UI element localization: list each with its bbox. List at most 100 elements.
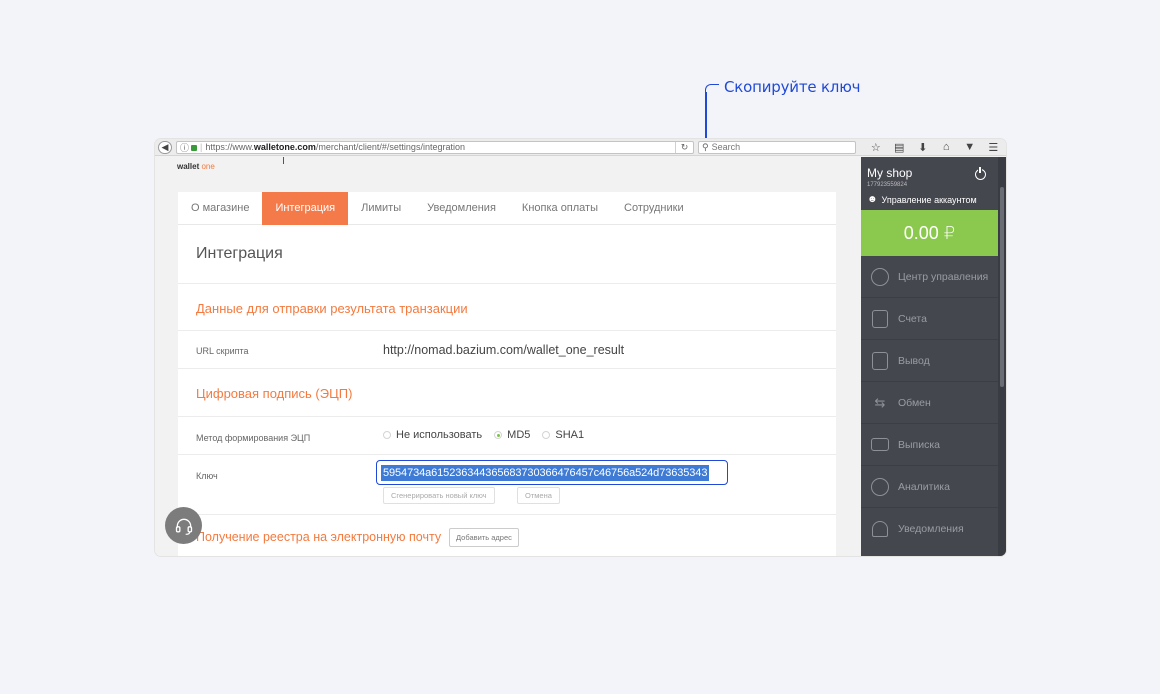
back-button[interactable]: ◀ [158, 140, 172, 154]
sidebar-item-dashboard[interactable]: Центр управления [861, 256, 998, 298]
add-address-button[interactable]: Добавить адрес [449, 528, 519, 547]
tab-pay-button[interactable]: Кнопка оплаты [509, 192, 611, 225]
url-domain: walletone.com [253, 142, 316, 152]
exchange-icon: ⇆ [874, 394, 886, 410]
key-field[interactable]: 5954734a6152363443656837303664764​57c467… [376, 460, 728, 485]
radio-dot[interactable] [494, 431, 503, 439]
sidebar-item-label: Счета [898, 312, 927, 325]
star-icon[interactable]: ☆ [864, 141, 888, 154]
signature-section-title: Цифровая подпись (ЭЦП) [196, 386, 353, 401]
sidebar-scrollbar[interactable] [998, 157, 1006, 556]
search-placeholder: Search [711, 142, 741, 152]
key-label: Ключ [196, 471, 218, 481]
sidebar-item-invoices[interactable]: Счета [861, 298, 998, 340]
page-title: Интеграция [196, 245, 283, 262]
divider [283, 157, 284, 164]
invoice-icon [870, 309, 890, 328]
page-content: wallet one О магазине Интеграция Лимиты … [155, 157, 1006, 556]
power-icon[interactable] [975, 167, 986, 180]
radio-none-label: Не использовать [396, 429, 483, 441]
shop-id: 177923559824 [867, 182, 908, 188]
download-icon[interactable]: ⬇ [911, 141, 935, 154]
pocket-icon[interactable]: ▼ [958, 141, 982, 154]
logo-wallet: wallet [177, 162, 200, 171]
tab-notifications[interactable]: Уведомления [414, 192, 509, 225]
statement-icon [870, 436, 890, 454]
settings-card: О магазине Интеграция Лимиты Уведомления… [178, 191, 836, 556]
transaction-section-title: Данные для отправки результата транзакци… [196, 301, 468, 316]
sidebar-main: My shop 177923559824 ☻ Управление аккаун… [861, 157, 998, 556]
signature-section: Цифровая подпись (ЭЦП) [178, 369, 836, 417]
url-path: /merchant/client/#/settings/integration [315, 142, 465, 152]
bell-icon [870, 520, 890, 538]
callout-label: Скопируйте ключ [724, 78, 861, 96]
tab-about-shop[interactable]: О магазине [178, 192, 262, 225]
sidebar-item-label: Обмен [898, 396, 931, 409]
tab-employees[interactable]: Сотрудники [611, 192, 697, 225]
reload-icon[interactable]: ↻ [675, 141, 693, 153]
address-bar[interactable]: ⓘ | https://www. walletone.com/merchant/c… [176, 140, 694, 154]
sidebar-item-label: Выписка [898, 438, 941, 451]
speedometer-icon [870, 267, 890, 286]
sidebar-item-analytics[interactable]: Аналитика [861, 466, 998, 508]
walletone-logo[interactable]: wallet one [177, 162, 215, 171]
logo-one: one [201, 162, 215, 171]
cancel-button[interactable]: Отмена [517, 487, 560, 504]
sidebar-item-notifications[interactable]: Уведомления [861, 508, 998, 550]
script-url-row: URL скрипта http://nomad.bazium.com/wall… [178, 331, 836, 369]
registry-title: Получение реестра на электронную почту [196, 530, 442, 544]
tab-integration[interactable]: Интеграция [262, 191, 349, 225]
radio-sha1-label: SHA1 [555, 429, 585, 441]
radio-md5[interactable]: MD5 [494, 429, 530, 441]
support-chat-button[interactable] [165, 507, 202, 544]
tab-limits[interactable]: Лимиты [348, 192, 414, 225]
signature-method-label: Метод формирования ЭЦП [196, 433, 311, 443]
analytics-icon [870, 477, 890, 496]
person-icon: ☻ [867, 194, 878, 205]
key-value-selected[interactable]: 5954734a6152363443656837303664764​57c467… [381, 465, 710, 481]
sidebar-item-withdraw[interactable]: Вывод [861, 340, 998, 382]
lock-icon [191, 145, 198, 151]
sidebar-item-label: Аналитика [898, 480, 950, 493]
url-prefix: https://www. [205, 142, 254, 152]
reading-list-icon[interactable]: ▤ [888, 141, 912, 154]
menu-icon[interactable]: ☰ [982, 141, 1006, 154]
search-icon: ⚲ [702, 141, 709, 152]
radio-dot[interactable] [383, 431, 391, 439]
radio-md5-label: MD5 [507, 429, 531, 441]
generate-key-button[interactable]: Сгенерировать новый ключ [383, 487, 495, 504]
script-url-label: URL скрипта [196, 346, 249, 356]
account-settings-label: Управление аккаунтом [881, 194, 977, 205]
script-url-value[interactable]: http://nomad.bazium.com/wallet_one_resul… [383, 343, 624, 357]
radio-none[interactable]: Не использовать [383, 429, 482, 441]
settings-tabs: О магазине Интеграция Лимиты Уведомления… [178, 191, 836, 225]
info-icon[interactable]: ⓘ [180, 142, 189, 153]
withdraw-icon [870, 351, 890, 370]
registry-row: Получение реестра на электронную почту Д… [178, 515, 836, 556]
browser-window: ◀ ⓘ | https://www. walletone.com/merchant… [155, 139, 1006, 556]
url-separator: | [200, 142, 203, 152]
radio-dot[interactable] [542, 431, 551, 439]
key-row: Ключ 5954734a6152363443656837303664764​5… [178, 455, 836, 515]
sidebar-item-label: Центр управления [898, 270, 989, 283]
signature-method-row: Метод формирования ЭЦП Не использовать M… [178, 417, 836, 455]
browser-toolbar: ◀ ⓘ | https://www. walletone.com/merchant… [155, 139, 1006, 156]
sidebar-item-exchange[interactable]: ⇆ Обмен [861, 382, 998, 424]
headset-icon [175, 518, 192, 535]
account-settings-link[interactable]: ☻ Управление аккаунтом [867, 194, 977, 205]
sidebar: My shop 177923559824 ☻ Управление аккаун… [861, 157, 1006, 556]
shop-name[interactable]: My shop [867, 166, 912, 180]
search-input[interactable]: ⚲ Search [698, 140, 856, 154]
scroll-thumb[interactable] [1000, 187, 1004, 387]
callout-hook [705, 84, 719, 94]
home-icon[interactable]: ⌂ [935, 141, 959, 154]
toolbar-icons: ☆ ▤ ⬇ ⌂ ▼ ☰ [864, 141, 1005, 154]
balance: 0.00 ₽ [861, 210, 998, 256]
sidebar-item-label: Уведомления [898, 523, 964, 535]
sidebar-item-label: Вывод [898, 354, 930, 367]
transaction-section: Данные для отправки результата транзакци… [178, 284, 836, 331]
page-title-row: Интеграция [178, 225, 836, 284]
radio-sha1[interactable]: SHA1 [542, 429, 584, 441]
sidebar-item-statement[interactable]: Выписка [861, 424, 998, 466]
signature-method-radios: Не использовать MD5 SHA1 [383, 429, 584, 441]
